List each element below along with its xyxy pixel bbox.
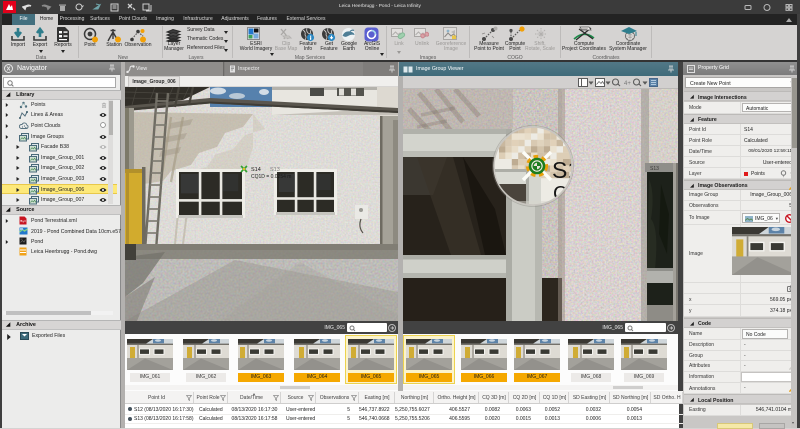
svg-text:S13: S13 [650, 166, 659, 172]
svg-text:CQ1D = 0.0254 m: CQ1D = 0.0254 m [251, 174, 291, 180]
svg-text:4+: 4+ [624, 81, 631, 87]
svg-text:S14: S14 [251, 167, 261, 173]
svg-text:S13: S13 [270, 167, 280, 173]
